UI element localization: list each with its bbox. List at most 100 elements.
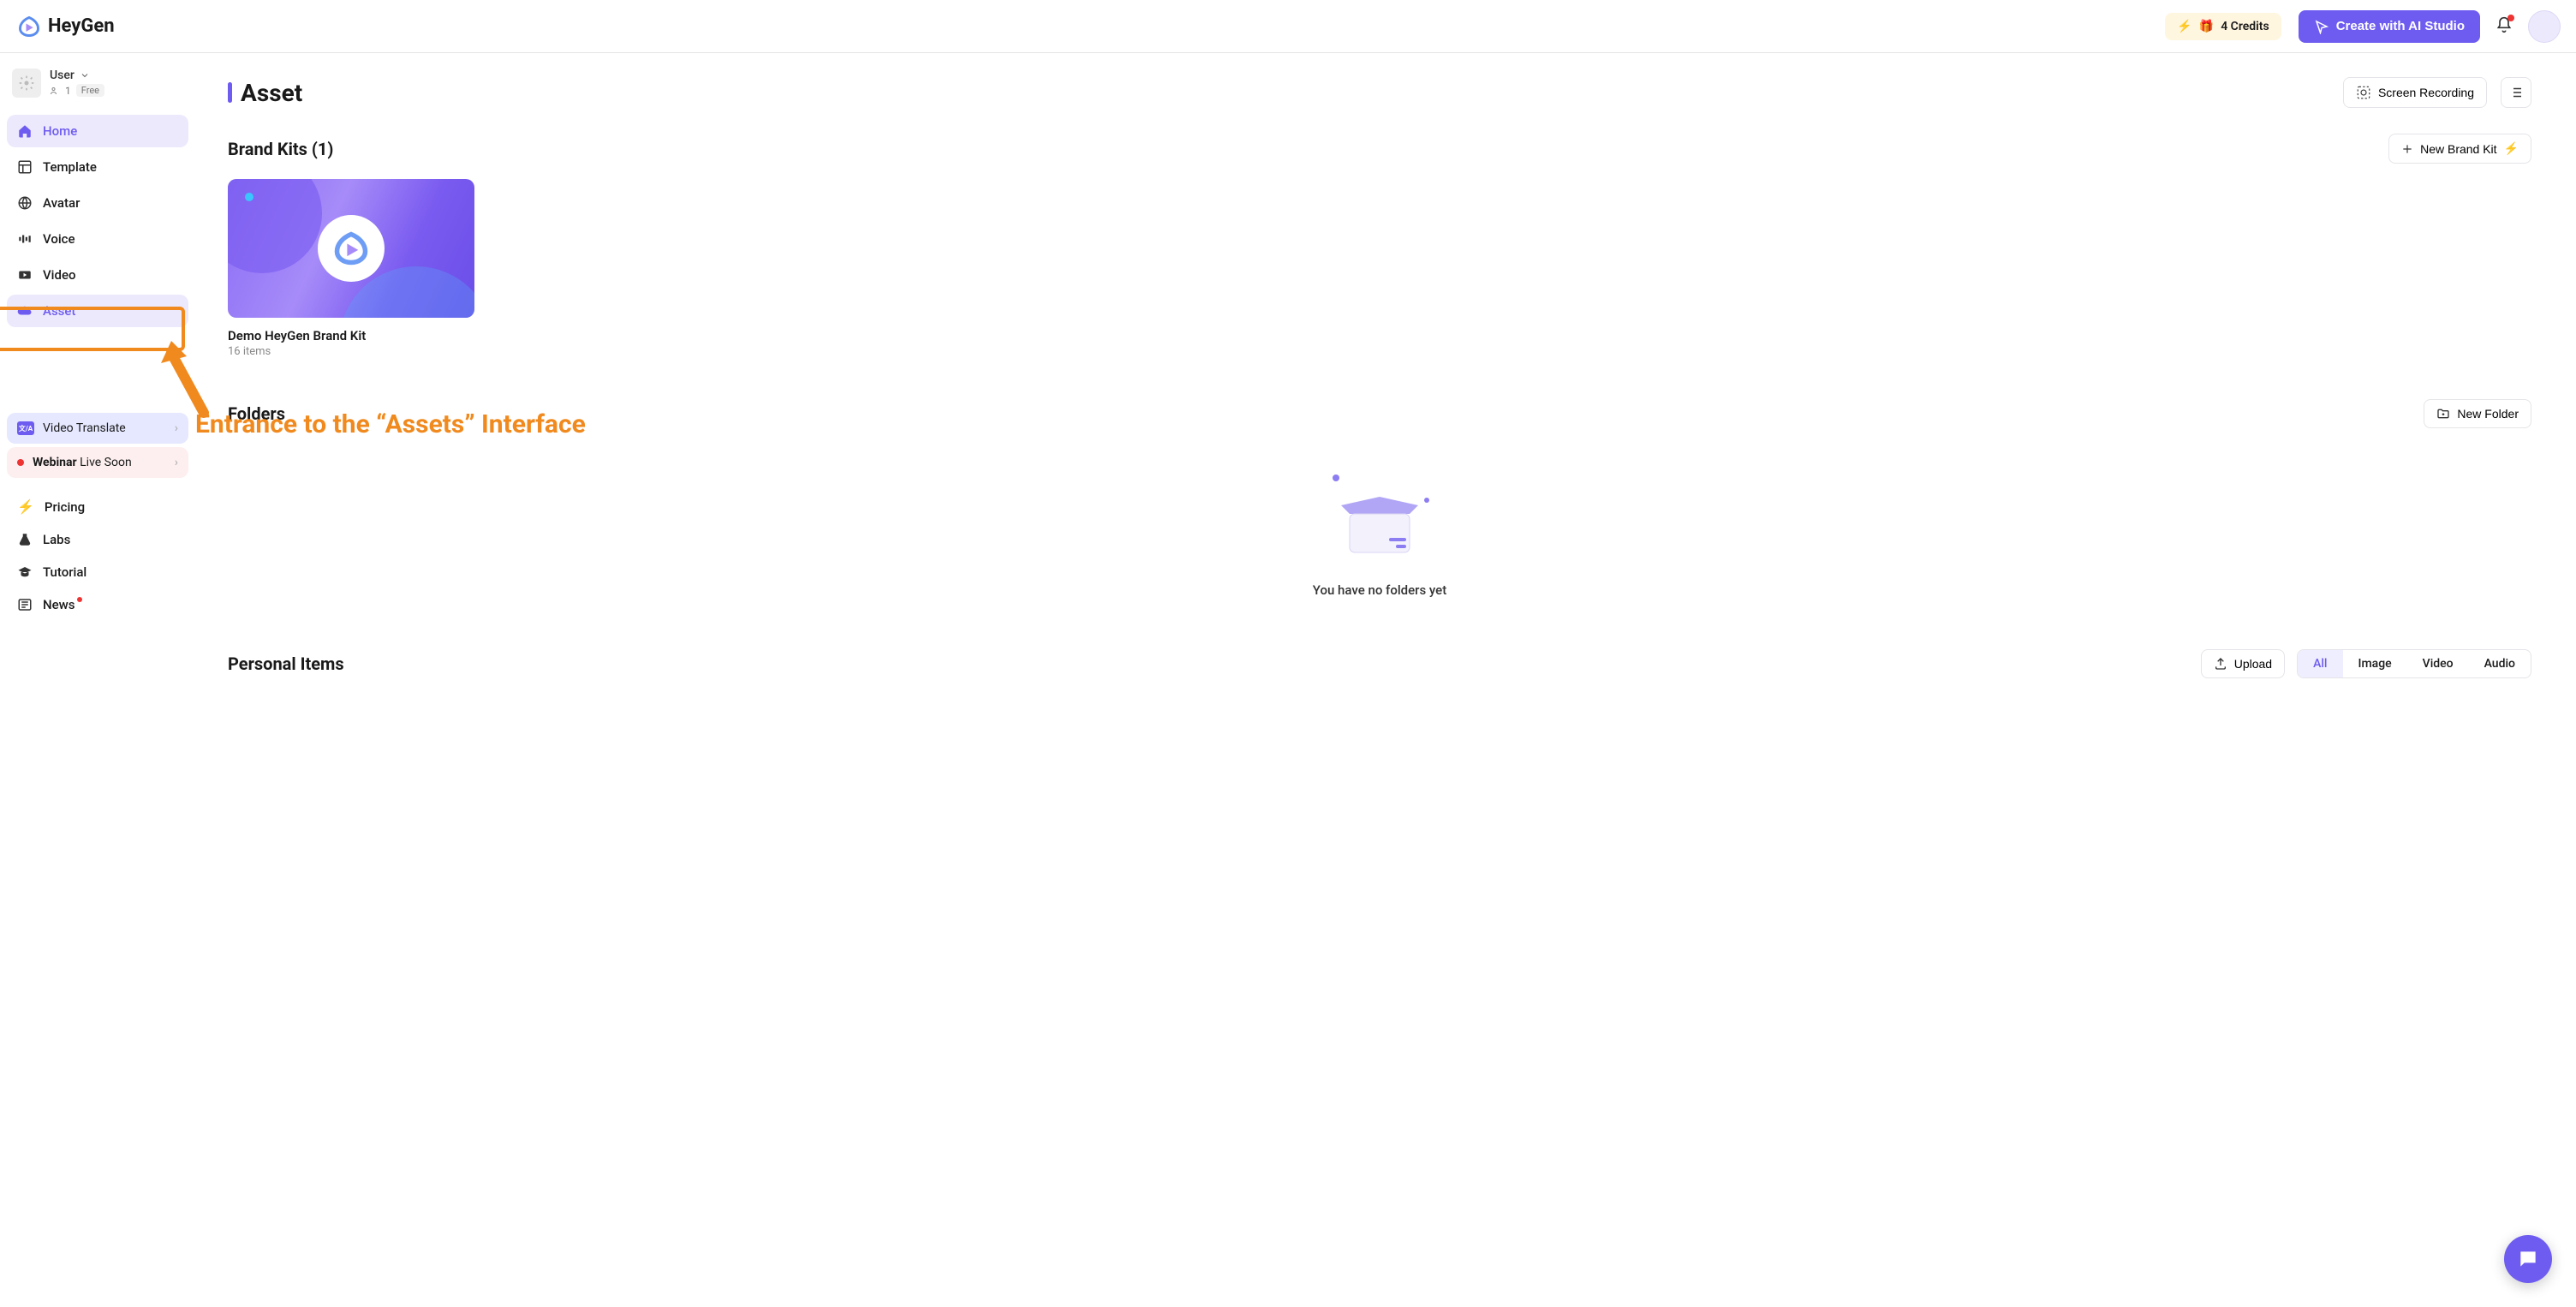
personal-items-heading: Personal Items — [228, 654, 344, 674]
topbar: HeyGen ⚡ 🎁 4 Credits Create with AI Stud… — [0, 0, 2576, 53]
new-brandkit-button[interactable]: New Brand Kit ⚡ — [2388, 134, 2531, 164]
nav-item-template[interactable]: Template — [7, 151, 188, 183]
newspaper-icon — [17, 597, 33, 612]
globe-icon — [17, 195, 33, 211]
nav-item-news[interactable]: News — [7, 588, 188, 621]
cursor-icon — [2314, 19, 2329, 34]
workspace-thumb — [12, 69, 41, 98]
nav-label-template: Template — [43, 159, 97, 175]
empty-box-illustration — [1324, 471, 1435, 565]
gift-icon: 🎁 — [2199, 20, 2214, 33]
cloud-icon — [17, 303, 33, 319]
brand-logo[interactable]: HeyGen — [17, 15, 115, 39]
notifications-button[interactable] — [2496, 16, 2513, 37]
chevron-down-icon — [80, 70, 90, 81]
brand-name: HeyGen — [48, 15, 115, 37]
title-accent-bar — [228, 82, 232, 103]
nav-item-home[interactable]: Home — [7, 115, 188, 147]
nav-item-video-translate[interactable]: 文/A Video Translate › — [7, 413, 188, 444]
nav-item-pricing[interactable]: ⚡ Pricing — [7, 490, 188, 523]
heygen-logo-icon — [17, 15, 41, 39]
folders-heading: Folders — [228, 403, 285, 424]
nav-item-avatar[interactable]: Avatar — [7, 187, 188, 219]
nav-item-voice[interactable]: Voice — [7, 223, 188, 255]
live-dot-icon — [17, 459, 24, 466]
nav-item-asset[interactable]: Asset — [7, 295, 188, 327]
template-icon — [17, 159, 33, 175]
list-view-toggle[interactable] — [2501, 77, 2531, 108]
nav-item-tutorial[interactable]: Tutorial — [7, 556, 188, 588]
news-dot — [77, 597, 82, 602]
chevron-right-icon: › — [175, 421, 178, 435]
sidebar: User 1 Free Home Template A — [0, 53, 195, 678]
user-avatar[interactable] — [2528, 10, 2561, 43]
nav-item-webinar[interactable]: Webinar Live Soon › — [7, 447, 188, 478]
new-folder-button[interactable]: New Folder — [2424, 399, 2531, 428]
upload-icon — [2214, 657, 2227, 671]
video-icon — [17, 267, 33, 283]
nav-label-voice: Voice — [43, 231, 75, 247]
lightning-icon: ⚡ — [2177, 20, 2191, 33]
main-content: Asset Screen Recording Brand Kits (1) Ne… — [195, 53, 2576, 678]
plan-badge: Free — [76, 84, 104, 97]
new-folder-label: New Folder — [2457, 407, 2519, 421]
no-folders-text: You have no folders yet — [1313, 582, 1446, 598]
upload-button[interactable]: Upload — [2201, 649, 2285, 678]
credits-label: 4 Credits — [2221, 20, 2269, 33]
nav-label-pricing: Pricing — [45, 499, 85, 515]
flask-icon — [17, 532, 33, 547]
nav-label-asset: Asset — [43, 303, 75, 319]
brandkit-card[interactable]: Demo HeyGen Brand Kit 16 items — [228, 179, 474, 358]
brandkits-heading: Brand Kits (1) — [228, 139, 333, 159]
filter-tab-all[interactable]: All — [2298, 650, 2342, 677]
waveform-icon — [17, 231, 33, 247]
chevron-right-icon: › — [175, 456, 178, 469]
filter-tab-audio[interactable]: Audio — [2469, 650, 2531, 677]
screen-recording-icon — [2356, 85, 2371, 100]
folder-plus-icon — [2436, 407, 2450, 421]
brandkit-name: Demo HeyGen Brand Kit — [228, 328, 474, 343]
webinar-rest: Live Soon — [80, 456, 132, 469]
page-title: Asset — [241, 79, 302, 107]
nav-item-labs[interactable]: Labs — [7, 523, 188, 556]
asset-filter-tabs: All Image Video Audio — [2297, 649, 2531, 678]
lightning-icon: ⚡ — [2504, 141, 2519, 156]
create-ai-studio-button[interactable]: Create with AI Studio — [2299, 10, 2480, 43]
graduation-cap-icon — [17, 564, 33, 580]
gear-icon — [18, 75, 35, 92]
screen-recording-label: Screen Recording — [2378, 86, 2474, 99]
people-icon — [50, 86, 60, 96]
list-icon — [2508, 85, 2524, 100]
filter-tab-video[interactable]: Video — [2407, 650, 2469, 677]
upload-label: Upload — [2234, 657, 2272, 671]
help-chat-button[interactable] — [2504, 1235, 2552, 1283]
brandkit-logo-circle — [318, 215, 385, 282]
nav-label-labs: Labs — [43, 532, 70, 547]
brandkit-thumbnail — [228, 179, 474, 318]
nav-label-video-translate: Video Translate — [43, 421, 126, 435]
screen-recording-button[interactable]: Screen Recording — [2343, 77, 2487, 108]
plus-icon — [2401, 143, 2413, 155]
workspace-name: User — [50, 69, 75, 82]
nav-item-video[interactable]: Video — [7, 259, 188, 291]
credits-chip[interactable]: ⚡ 🎁 4 Credits — [2165, 13, 2281, 40]
chat-icon — [2517, 1248, 2539, 1270]
nav-label-video: Video — [43, 267, 76, 283]
filter-tab-image[interactable]: Image — [2343, 650, 2407, 677]
brandkit-item-count: 16 items — [228, 345, 474, 358]
heygen-logo-icon — [332, 230, 370, 267]
home-icon — [17, 123, 33, 139]
nav-label-home: Home — [43, 123, 77, 139]
folders-empty-state: You have no folders yet — [228, 471, 2531, 598]
webinar-bold: Webinar — [33, 456, 77, 469]
nav-label-avatar: Avatar — [43, 195, 80, 211]
lightning-icon: ⚡ — [17, 498, 34, 515]
new-brandkit-label: New Brand Kit — [2420, 142, 2496, 156]
nav-label-news: News — [43, 597, 75, 612]
create-label: Create with AI Studio — [2336, 19, 2465, 33]
workspace-switcher[interactable]: User 1 Free — [7, 69, 188, 110]
translate-badge-icon: 文/A — [17, 421, 34, 435]
workspace-members: 1 — [65, 85, 71, 97]
nav-label-tutorial: Tutorial — [43, 564, 86, 580]
notification-dot — [2507, 15, 2514, 21]
